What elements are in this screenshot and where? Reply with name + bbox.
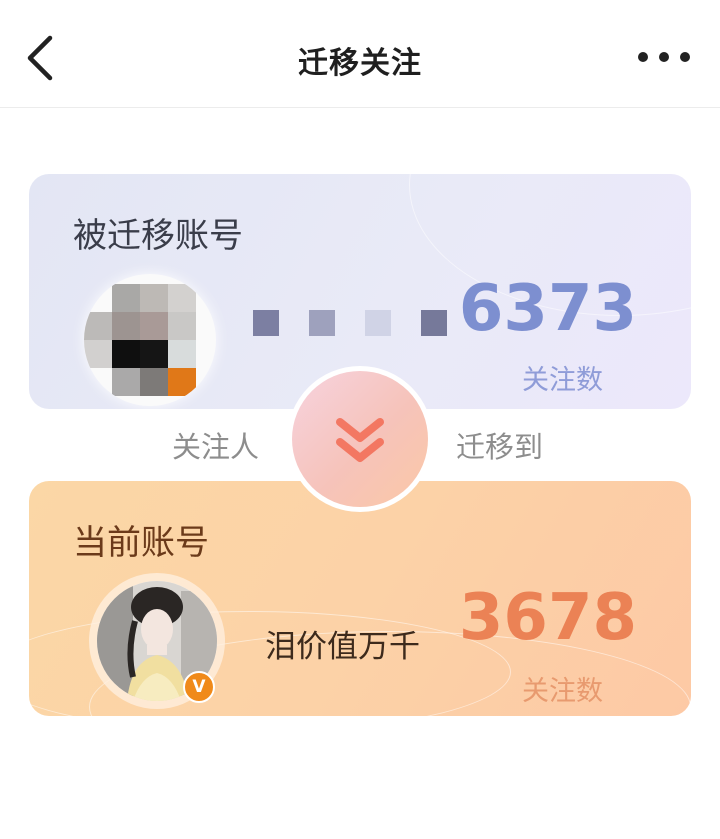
source-account-label: 被迁移账号 [73, 216, 243, 256]
double-chevron-down-icon [336, 418, 384, 462]
source-following-count: 6373 [458, 272, 637, 346]
top-nav-bar: 迁移关注 [0, 0, 720, 108]
current-following-count: 3678 [458, 581, 637, 655]
current-account-label: 当前账号 [73, 523, 209, 563]
current-count-label: 关注数 [522, 676, 603, 707]
transfer-right-label: 迁移到 [456, 430, 544, 464]
source-count-label: 关注数 [522, 365, 603, 396]
page-title: 迁移关注 [298, 46, 422, 81]
more-options-button[interactable] [636, 45, 692, 69]
transfer-left-label: 关注人 [172, 430, 260, 464]
transfer-button[interactable] [292, 371, 428, 507]
more-horizontal-icon [638, 52, 690, 62]
verified-badge-icon: V [183, 671, 215, 703]
current-account-name: 泪价值万千 [265, 629, 420, 665]
source-avatar-pixelated [84, 274, 216, 406]
current-account-card: 当前账号 V 泪价值万千 3678 关注数 [29, 481, 691, 716]
